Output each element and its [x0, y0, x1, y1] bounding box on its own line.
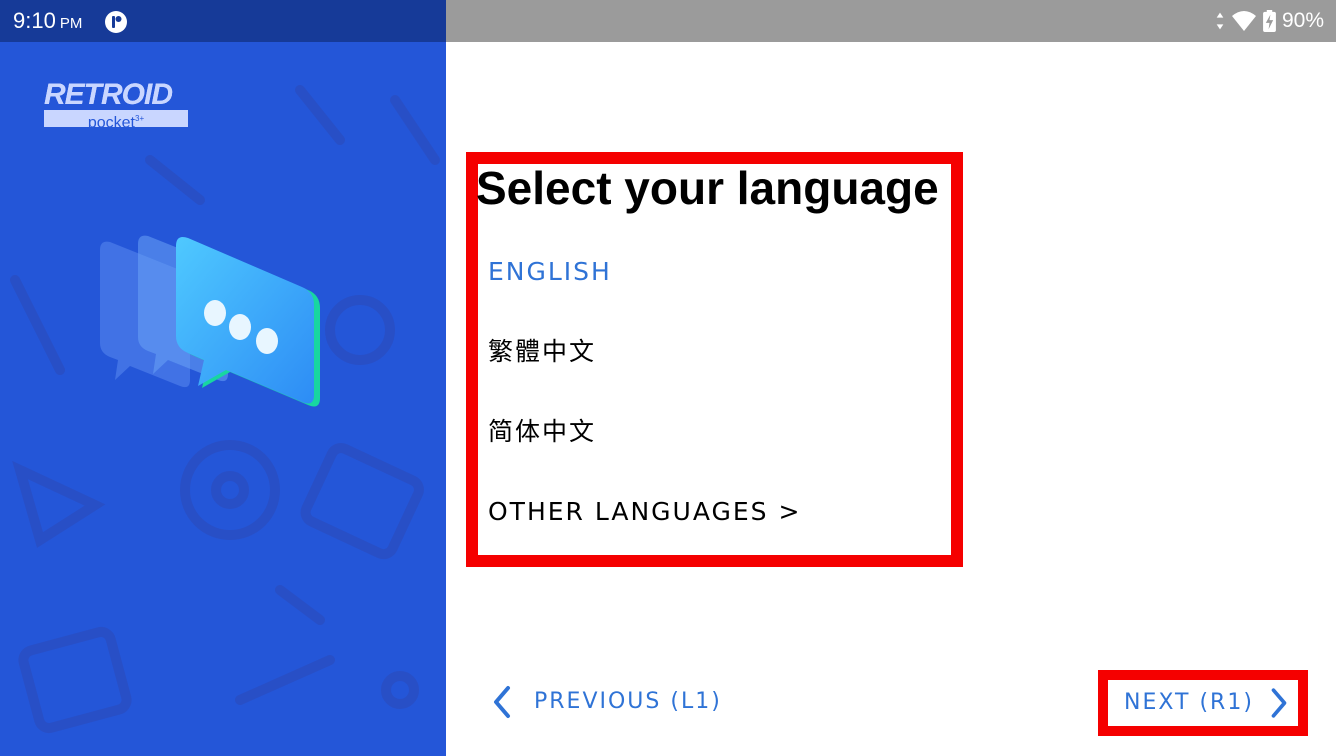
- other-languages-link[interactable]: OTHER LANGUAGES >: [488, 496, 801, 528]
- retroid-logo: RETROID pocket3+: [44, 78, 188, 131]
- system-icons: 90%: [1215, 9, 1324, 33]
- status-clock: 9:10 PM: [13, 8, 83, 33]
- chat-bubbles-illustration: [100, 235, 320, 407]
- previous-label: PREVIOUS (L1): [534, 689, 722, 714]
- logo-subtitle: pocket3+: [44, 110, 188, 131]
- next-label: NEXT (R1): [1124, 690, 1254, 715]
- page-title: Select your language: [476, 162, 939, 214]
- logo-wordmark: RETROID: [44, 78, 173, 111]
- language-option-traditional-chinese[interactable]: 繁體中文: [488, 336, 596, 368]
- branding-panel: RETROID pocket3+: [0, 0, 446, 756]
- battery-percentage: 90%: [1281, 9, 1324, 32]
- language-option-simplified-chinese[interactable]: 简体中文: [488, 416, 596, 448]
- wifi-icon: [1231, 11, 1256, 31]
- battery-charging-icon: [1263, 10, 1276, 32]
- next-button[interactable]: NEXT (R1): [1098, 670, 1308, 736]
- previous-button[interactable]: PREVIOUS (L1): [490, 680, 722, 724]
- language-option-english[interactable]: ENGLISH: [488, 256, 612, 288]
- data-arrows-icon: [1216, 12, 1224, 30]
- chevron-right-icon: [1271, 688, 1287, 718]
- status-bar-right: 90%: [446, 0, 1336, 42]
- chevron-left-icon: [494, 686, 510, 718]
- status-bar-left: 9:10 PM: [0, 0, 446, 42]
- notification-app-icon: [105, 11, 127, 33]
